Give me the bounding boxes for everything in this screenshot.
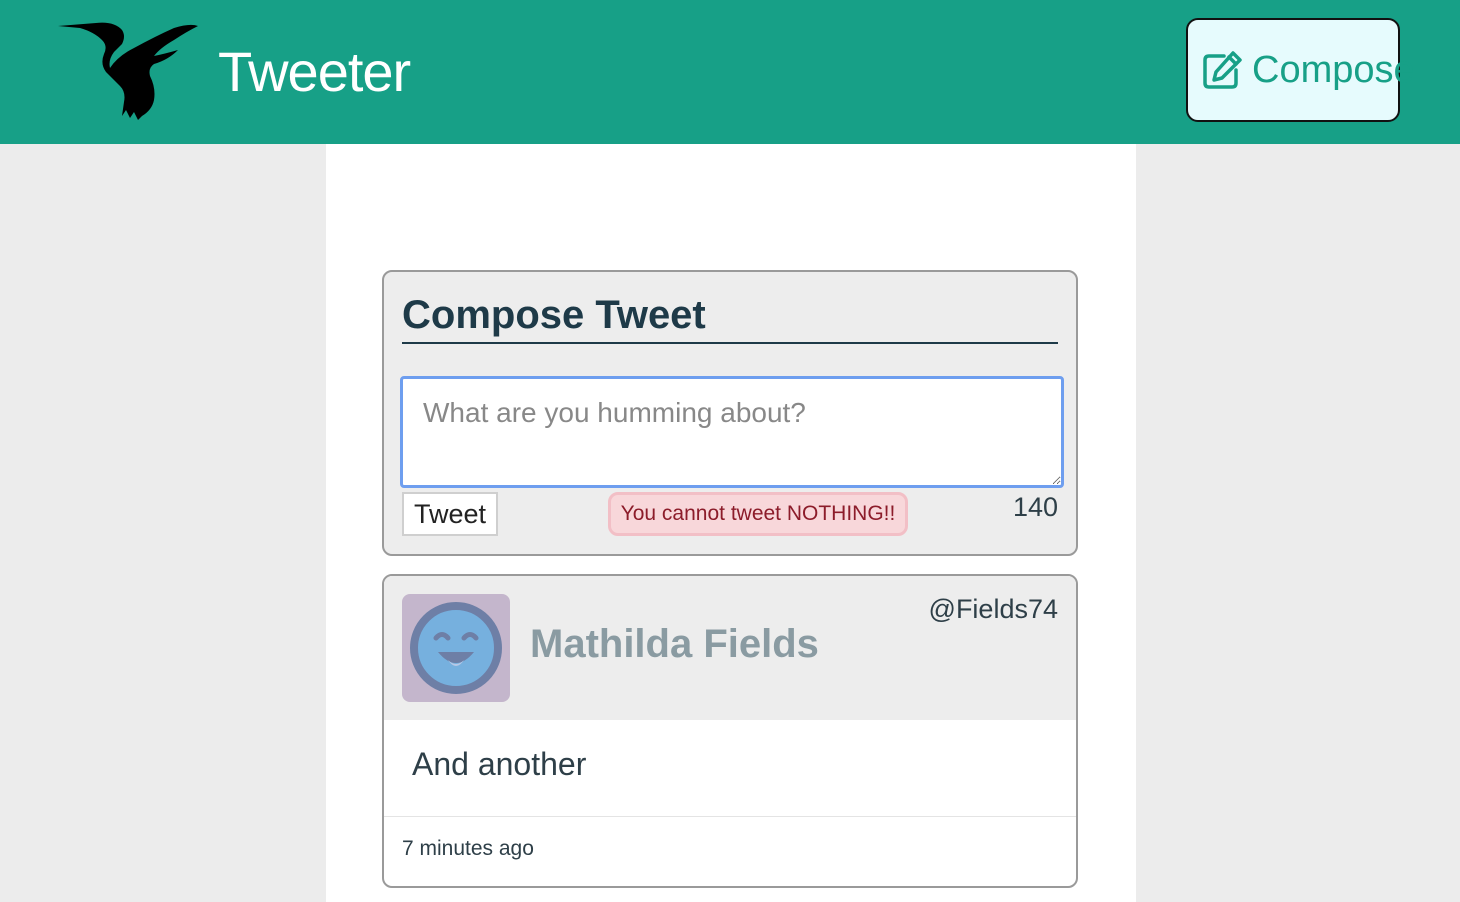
smiley-avatar-icon xyxy=(402,594,510,702)
character-counter: 140 xyxy=(1012,492,1058,522)
edit-icon xyxy=(1202,50,1252,90)
tweet-footer: 7 minutes ago xyxy=(384,816,1076,886)
tweet-text: And another xyxy=(412,746,587,782)
compose-title: Compose Tweet xyxy=(402,288,1058,344)
tweet-header: Mathilda Fields @Fields74 xyxy=(384,576,1076,720)
compose-button-label: Compose xyxy=(1252,48,1415,91)
tweet-text-input[interactable] xyxy=(400,376,1064,488)
error-message: You cannot tweet NOTHING!! xyxy=(608,492,908,536)
top-nav: Tweeter Compose xyxy=(0,0,1460,144)
tweet-timestamp: 7 minutes ago xyxy=(402,837,534,860)
compose-button[interactable]: Compose xyxy=(1186,18,1415,122)
tweet-author-handle: @Fields74 xyxy=(928,594,1058,624)
hummingbird-icon xyxy=(56,16,200,120)
tweet-card: Mathilda Fields @Fields74 And another 7 … xyxy=(382,574,1078,888)
tweet-submit-button[interactable]: Tweet xyxy=(402,492,498,536)
new-tweet-form: Compose Tweet Tweet You cannot tweet NOT… xyxy=(382,270,1078,556)
app-title: Tweeter xyxy=(218,40,411,103)
tweet-author-name: Mathilda Fields xyxy=(530,622,819,666)
